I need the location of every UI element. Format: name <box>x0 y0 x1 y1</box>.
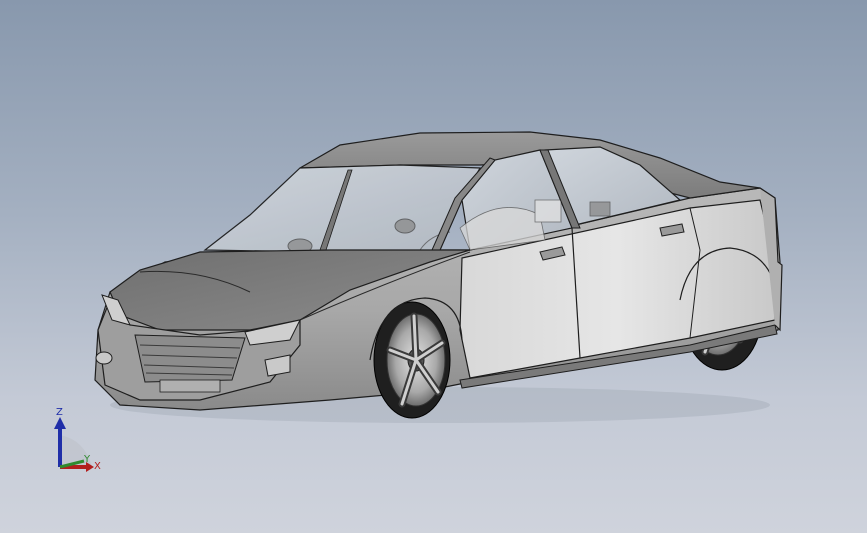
y-axis-label: Y <box>83 454 91 465</box>
z-axis-label: Z <box>56 407 63 418</box>
z-axis-arrow-icon <box>54 417 66 429</box>
x-axis-label: X <box>94 461 101 472</box>
car-model[interactable] <box>0 0 867 533</box>
coordinate-triad[interactable]: Z Y X <box>40 405 115 480</box>
graphics-viewport[interactable]: Z Y X <box>0 0 867 533</box>
left-fog-light <box>95 351 113 365</box>
